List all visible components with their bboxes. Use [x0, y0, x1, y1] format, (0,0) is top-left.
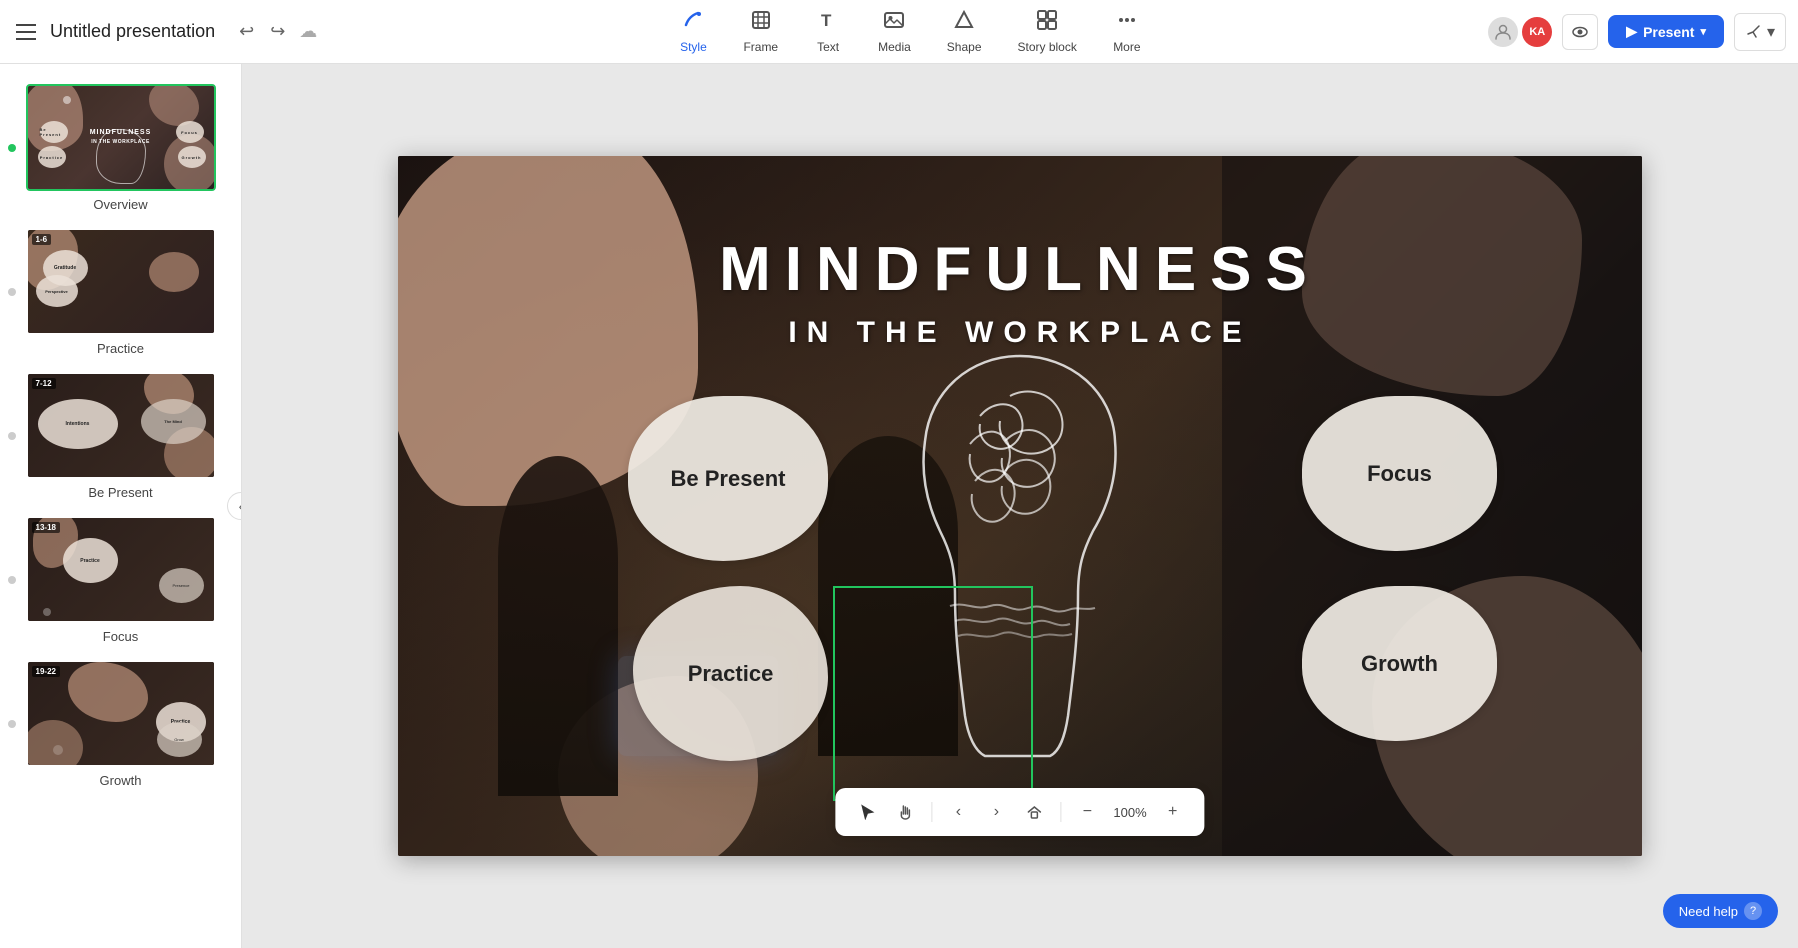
slide-item-bepresent[interactable]: 7-12 Intentions The Mind Be Present: [0, 364, 241, 508]
slide-indicator-focus: [8, 576, 16, 584]
nav-divider-1: [931, 802, 932, 822]
undo-redo-group: ↩ ↪ ☁: [233, 17, 317, 46]
tool-style[interactable]: Style: [663, 3, 723, 60]
slide-thumbnail-practice: 1-6 Gratitude Perspective: [26, 228, 216, 335]
toolbar-left: Untitled presentation ↩ ↪ ☁: [12, 17, 332, 46]
more-label: More: [1113, 40, 1140, 54]
media-icon: [883, 9, 905, 37]
bottom-nav-toolbar: ‹ › − 100% +: [835, 788, 1204, 836]
zoom-level: 100%: [1109, 805, 1150, 820]
more-icon: [1116, 9, 1138, 37]
need-help-label: Need help: [1679, 904, 1738, 919]
zoom-in-button[interactable]: +: [1157, 796, 1189, 828]
help-circle-icon: ?: [1744, 902, 1762, 920]
slide-item-growth[interactable]: 19-22 Practice Grow Growth: [0, 652, 241, 796]
storyblock-label: Story block: [1018, 40, 1077, 54]
canvas-area: MINDFULNESS IN THE WORKPLACE: [242, 64, 1798, 948]
tool-frame[interactable]: Frame: [727, 3, 794, 60]
zoom-out-button[interactable]: −: [1071, 796, 1103, 828]
topic-blob-focus[interactable]: Focus: [1302, 396, 1497, 551]
shape-label: Shape: [947, 40, 982, 54]
style-label: Style: [680, 40, 707, 54]
need-help-button[interactable]: Need help ?: [1663, 894, 1778, 928]
slide-item-practice[interactable]: 1-6 Gratitude Perspective Practice: [0, 220, 241, 364]
tool-storyblock[interactable]: Story block: [1002, 3, 1093, 60]
nav-divider-2: [1060, 802, 1061, 822]
blob-label-growth: Growth: [1361, 651, 1438, 677]
share-button[interactable]: ▾: [1734, 13, 1786, 51]
thumb-focus-bg: 13-18 Practice Presence: [28, 518, 214, 621]
slide-badge-growth: 19-22: [32, 666, 60, 677]
present-label: Present: [1643, 24, 1694, 40]
thumb-overview-bg: MINDFULNESSIN THE WORKPLACE Be Present P…: [28, 86, 214, 189]
tool-shape[interactable]: Shape: [931, 3, 998, 60]
hamburger-icon[interactable]: [12, 18, 40, 46]
slide-indicator-bepresent: [8, 432, 16, 440]
slide-title: MINDFULNESS: [398, 236, 1642, 304]
slide-item-focus[interactable]: 13-18 Practice Presence Focus: [0, 508, 241, 652]
style-icon: [682, 9, 704, 37]
preview-button[interactable]: [1562, 14, 1598, 50]
tool-media[interactable]: Media: [862, 3, 927, 60]
present-caret: ▾: [1700, 25, 1706, 38]
frame-label: Frame: [743, 40, 778, 54]
slide-label-overview: Overview: [93, 197, 147, 212]
slide-indicator-practice: [8, 288, 16, 296]
user-avatar: KA: [1522, 17, 1552, 47]
presentation-title[interactable]: Untitled presentation: [50, 21, 215, 42]
slide-label-bepresent: Be Present: [88, 485, 152, 500]
home-slide-button[interactable]: [1018, 796, 1050, 828]
toolbar-right: KA ▶ Present ▾ ▾: [1488, 13, 1786, 51]
tool-text[interactable]: T Text: [798, 3, 858, 60]
blob-label-practice: Practice: [688, 661, 774, 687]
slide-canvas[interactable]: MINDFULNESS IN THE WORKPLACE: [398, 156, 1642, 856]
thumb-bepresent-bg: 7-12 Intentions The Mind: [28, 374, 214, 477]
cursor-tool-button[interactable]: [851, 796, 883, 828]
svg-text:T: T: [821, 11, 832, 30]
media-label: Media: [878, 40, 911, 54]
collaborator-avatar: [1488, 17, 1518, 47]
text-label: Text: [817, 40, 839, 54]
thumb-practice-bg: 1-6 Gratitude Perspective: [28, 230, 214, 333]
brain-illustration: [850, 296, 1190, 776]
slide-thumbnail-overview: MINDFULNESSIN THE WORKPLACE Be Present P…: [26, 84, 216, 191]
slide-indicator-growth: [8, 720, 16, 728]
slide-badge-focus: 13-18: [32, 522, 60, 533]
main-content: ‹ MINDFULNESSIN THE WORKPLACE Be Present: [0, 64, 1798, 948]
slide-indicator-overview: [8, 144, 16, 152]
slide-panel: ‹ MINDFULNESSIN THE WORKPLACE Be Present: [0, 64, 242, 948]
thumb-growth-bg: 19-22 Practice Grow: [28, 662, 214, 765]
cloud-save-icon: ☁: [299, 21, 317, 42]
tool-more[interactable]: More: [1097, 3, 1157, 60]
slide-thumbnail-growth: 19-22 Practice Grow: [26, 660, 216, 767]
toolbar-center: Style Frame T Text Media: [332, 3, 1488, 60]
undo-button[interactable]: ↩: [233, 17, 260, 46]
topic-blob-practice[interactable]: Practice: [633, 586, 828, 761]
frame-icon: [750, 9, 772, 37]
slide-item-overview[interactable]: MINDFULNESSIN THE WORKPLACE Be Present P…: [0, 76, 241, 220]
redo-button[interactable]: ↪: [264, 17, 291, 46]
slide-thumbnail-bepresent: 7-12 Intentions The Mind: [26, 372, 216, 479]
topic-blob-be-present[interactable]: Be Present: [628, 396, 828, 561]
next-slide-button[interactable]: ›: [980, 796, 1012, 828]
toolbar: Untitled presentation ↩ ↪ ☁ Style Frame …: [0, 0, 1798, 64]
slide-badge-bepresent: 7-12: [32, 378, 56, 389]
slide-thumbnail-focus: 13-18 Practice Presence: [26, 516, 216, 623]
storyblock-icon: [1036, 9, 1058, 37]
slide-badge-practice: 1-6: [32, 234, 52, 245]
blob-label-be-present: Be Present: [671, 466, 786, 492]
slide-label-growth: Growth: [100, 773, 142, 788]
avatar-group: KA: [1488, 17, 1552, 47]
text-icon: T: [817, 9, 839, 37]
slide-label-practice: Practice: [97, 341, 144, 356]
prev-slide-button[interactable]: ‹: [942, 796, 974, 828]
slide-label-focus: Focus: [103, 629, 138, 644]
share-caret: ▾: [1767, 22, 1775, 42]
present-icon: ▶: [1626, 23, 1637, 40]
hand-tool-button[interactable]: [889, 796, 921, 828]
topic-blob-growth[interactable]: Growth: [1302, 586, 1497, 741]
present-button[interactable]: ▶ Present ▾: [1608, 15, 1724, 48]
blob-label-focus: Focus: [1367, 461, 1432, 487]
shape-icon: [953, 9, 975, 37]
